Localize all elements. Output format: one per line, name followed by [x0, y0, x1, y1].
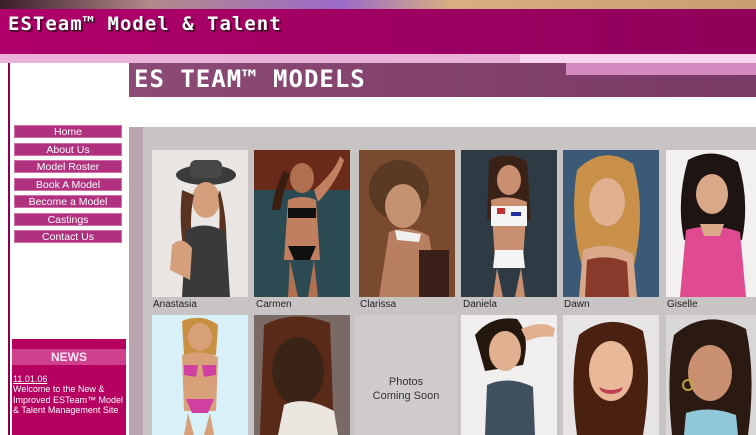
model-name[interactable]: Anastasia — [153, 299, 197, 310]
model-name[interactable]: Daniela — [463, 299, 497, 310]
model-photo-image — [563, 315, 659, 435]
news-heading: NEWS — [12, 349, 126, 365]
page-title-bar: ES TEAM™ MODELS — [129, 63, 756, 97]
page-title: ES TEAM™ MODELS — [134, 65, 366, 93]
photos-coming-soon: Photos Coming Soon — [355, 315, 457, 435]
nav-castings[interactable]: Castings — [14, 212, 122, 226]
nav-model-roster[interactable]: Model Roster — [14, 160, 122, 173]
model-photo-image — [666, 315, 756, 435]
site-header: ESTeam™ Model & Talent — [0, 9, 756, 54]
sidebar-divider — [8, 63, 10, 435]
news-panel: NEWS 11.01.06 Welcome to the New & Impro… — [12, 339, 126, 435]
model-photo-image — [254, 150, 350, 297]
model-photo-row2-1[interactable] — [152, 315, 248, 435]
model-photo-giselle[interactable] — [666, 150, 756, 297]
coming-soon-line1: Photos — [388, 376, 424, 388]
top-banner-strip — [0, 0, 756, 9]
nav-about-us[interactable]: About Us — [14, 142, 122, 156]
news-text: Welcome to the New & Improved ESTeam™ Mo… — [13, 384, 124, 415]
gallery-side-stripe — [129, 127, 143, 435]
model-photo-row2-5[interactable] — [563, 315, 659, 435]
subbar-highlight — [520, 54, 756, 63]
header-subbar — [0, 54, 756, 63]
model-photo-image — [254, 315, 350, 435]
model-photo-anastasia[interactable] — [152, 150, 248, 297]
model-photo-row2-2[interactable] — [254, 315, 350, 435]
model-photo-image — [461, 150, 557, 297]
content-top-spacer — [140, 97, 756, 127]
main-nav: Home About Us Model Roster Book A Model … — [14, 125, 122, 248]
nav-book-a-model[interactable]: Book A Model — [14, 177, 122, 191]
news-date-link[interactable]: 11.01.06 — [12, 374, 126, 384]
model-photo-image — [152, 315, 248, 435]
model-photo-image — [461, 315, 557, 435]
model-name[interactable]: Dawn — [564, 299, 590, 310]
model-photo-clarissa[interactable] — [359, 150, 455, 297]
model-photo-image — [563, 150, 659, 297]
nav-home[interactable]: Home — [14, 125, 122, 138]
nav-contact-us[interactable]: Contact Us — [14, 230, 122, 243]
model-photo-row2-4[interactable] — [461, 315, 557, 435]
nav-become-a-model[interactable]: Become a Model — [14, 195, 122, 208]
model-photo-image — [359, 150, 455, 297]
model-photo-image — [152, 150, 248, 297]
site-title: ESTeam™ Model & Talent — [8, 13, 282, 35]
model-photo-dawn[interactable] — [563, 150, 659, 297]
model-name[interactable]: Clarissa — [360, 299, 396, 310]
model-photo-carmen[interactable] — [254, 150, 350, 297]
model-photo-row2-6[interactable] — [666, 315, 756, 435]
coming-soon-line2: Coming Soon — [372, 390, 440, 402]
model-name[interactable]: Giselle — [667, 299, 698, 310]
model-photo-image — [666, 150, 756, 297]
model-name[interactable]: Carmen — [256, 299, 292, 310]
model-photo-daniela[interactable] — [461, 150, 557, 297]
title-bar-accent — [566, 63, 756, 75]
